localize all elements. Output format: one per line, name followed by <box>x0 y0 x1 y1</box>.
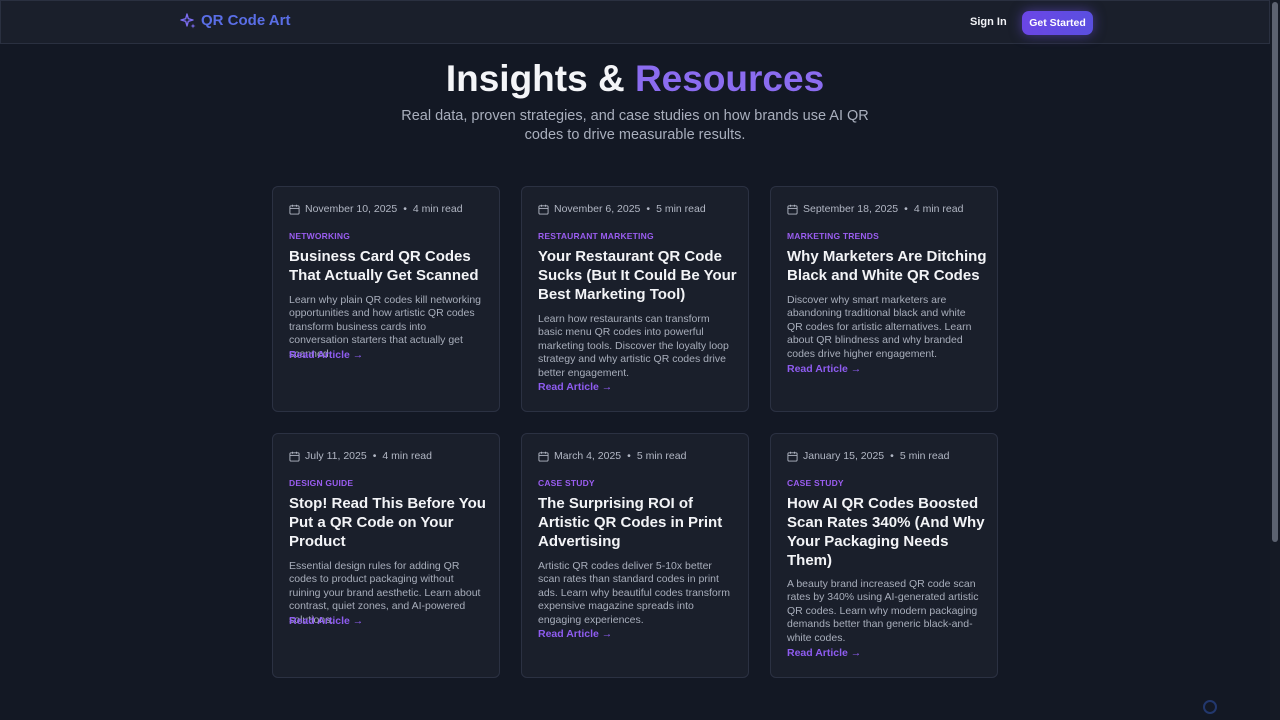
page-scrollbar[interactable] <box>1270 0 1280 720</box>
article-title[interactable]: The Surprising ROI of Artistic QR Codes … <box>538 494 738 551</box>
article-category: CASE STUDY <box>538 478 595 488</box>
article-read-time: 4 min read <box>382 450 432 462</box>
article-title[interactable]: How AI QR Codes Boosted Scan Rates 340% … <box>787 494 987 570</box>
article-category: RESTAURANT MARKETING <box>538 231 654 241</box>
article-title[interactable]: Your Restaurant QR Code Sucks (But It Co… <box>538 247 738 304</box>
meta-separator: • <box>372 450 377 462</box>
article-title[interactable]: Business Card QR Codes That Actually Get… <box>289 247 489 285</box>
calendar-icon <box>538 204 549 215</box>
article-meta: November 6, 2025 • 5 min read <box>538 203 706 215</box>
article-read-time: 4 min read <box>412 203 463 215</box>
article-card[interactable]: July 11, 2025 • 4 min read DESIGN GUIDE … <box>272 433 500 678</box>
read-article-link[interactable]: Read Article → <box>787 647 861 659</box>
article-description: A beauty brand increased QR code scan ra… <box>787 578 979 644</box>
brand-logo[interactable]: QR Code Art <box>180 12 290 29</box>
article-meta: July 11, 2025 • 4 min read <box>289 450 432 462</box>
calendar-icon <box>538 451 549 462</box>
calendar-icon <box>787 451 798 462</box>
meta-separator: • <box>646 203 651 215</box>
article-title[interactable]: Why Marketers Are Ditching Black and Whi… <box>787 247 987 285</box>
article-read-time: 5 min read <box>656 203 706 215</box>
get-started-button[interactable]: Get Started <box>1022 11 1093 35</box>
article-card[interactable]: January 15, 2025 • 5 min read CASE STUDY… <box>770 433 998 678</box>
article-meta: September 18, 2025 • 4 min read <box>787 203 963 215</box>
article-date: September 18, 2025 <box>803 203 899 215</box>
article-read-time: 4 min read <box>913 203 964 215</box>
meta-separator: • <box>403 203 407 215</box>
article-card[interactable]: March 4, 2025 • 5 min read CASE STUDY Th… <box>521 433 749 678</box>
article-meta: March 4, 2025 • 5 min read <box>538 450 686 462</box>
top-navbar: QR Code Art Sign In Get Started <box>0 0 1270 44</box>
scrollbar-thumb[interactable] <box>1272 2 1278 542</box>
page-title: Insights & Resources <box>0 58 1270 100</box>
article-card[interactable]: November 6, 2025 • 5 min read RESTAURANT… <box>521 186 749 412</box>
meta-separator: • <box>904 203 908 215</box>
article-category: DESIGN GUIDE <box>289 478 354 488</box>
read-article-link[interactable]: Read Article → <box>289 615 363 627</box>
article-description: Learn how restaurants can transform basi… <box>538 313 729 379</box>
article-read-time: 5 min read <box>636 450 687 462</box>
article-date: January 15, 2025 <box>803 450 885 462</box>
article-card[interactable]: November 10, 2025 • 4 min read NETWORKIN… <box>272 186 500 412</box>
floating-widget-icon[interactable] <box>1203 700 1217 714</box>
calendar-icon <box>289 204 300 215</box>
brand-name: QR Code Art <box>201 12 291 29</box>
read-article-link[interactable]: Read Article → <box>538 381 612 393</box>
page-title-accent: Resources <box>634 58 825 99</box>
read-article-link[interactable]: Read Article → <box>787 363 861 375</box>
calendar-icon <box>787 204 798 215</box>
article-title[interactable]: Stop! Read This Before You Put a QR Code… <box>289 494 489 551</box>
page-title-main: Insights & <box>445 58 635 99</box>
article-read-time: 5 min read <box>899 450 950 462</box>
page-subtitle: Real data, proven strategies, and case s… <box>401 108 869 143</box>
article-meta: November 10, 2025 • 4 min read <box>289 203 463 215</box>
read-article-link[interactable]: Read Article → <box>289 349 363 361</box>
read-article-link[interactable]: Read Article → <box>538 628 612 640</box>
meta-separator: • <box>627 450 631 462</box>
article-category: NETWORKING <box>289 231 351 241</box>
sign-in-link[interactable]: Sign In <box>970 16 1007 28</box>
article-category: CASE STUDY <box>787 478 844 488</box>
article-description: Discover why smart marketers are abandon… <box>787 294 972 360</box>
sparkle-icon <box>180 12 196 28</box>
meta-separator: • <box>890 450 894 462</box>
article-date: March 4, 2025 <box>554 450 622 462</box>
article-meta: January 15, 2025 • 5 min read <box>787 450 949 462</box>
article-category: MARKETING TRENDS <box>787 231 879 241</box>
article-date: November 6, 2025 <box>554 203 641 215</box>
article-card[interactable]: September 18, 2025 • 4 min read MARKETIN… <box>770 186 998 412</box>
article-date: July 11, 2025 <box>305 450 367 462</box>
article-date: November 10, 2025 <box>305 203 398 215</box>
calendar-icon <box>289 451 300 462</box>
article-description: Artistic QR codes deliver 5-10x better s… <box>538 560 731 626</box>
